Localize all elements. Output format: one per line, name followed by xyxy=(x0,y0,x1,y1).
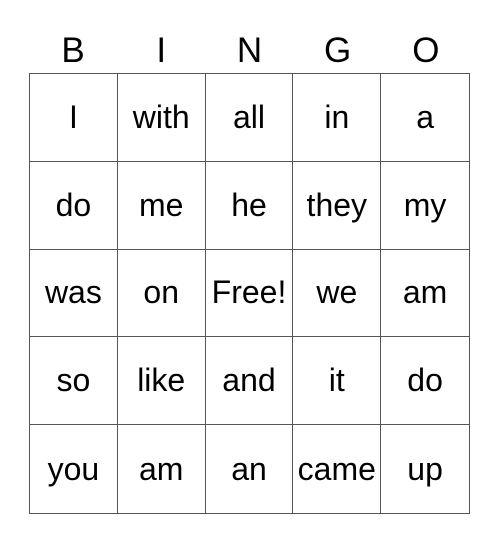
bingo-card-grid: Iwith all in a do me he they my was on Free! we am so l… xyxy=(29,73,470,514)
bingo-cell[interactable]: in xyxy=(293,74,382,162)
bingo-cell[interactable]: so xyxy=(30,337,118,426)
bingo-cell[interactable]: with xyxy=(117,74,206,162)
bingo-cell[interactable]: up xyxy=(381,425,469,513)
bingo-cell[interactable]: do xyxy=(30,161,118,250)
bingo-cell[interactable]: like xyxy=(117,337,206,426)
bingo-cell[interactable]: an xyxy=(206,425,294,513)
header-letter-o: O xyxy=(412,31,440,70)
bingo-cell[interactable]: and xyxy=(205,337,294,426)
bingo-cell[interactable]: was xyxy=(30,249,118,338)
bingo-cell[interactable]: am xyxy=(118,425,206,513)
bingo-cell[interactable]: my xyxy=(381,162,469,250)
bingo-cell[interactable]: came xyxy=(293,425,382,513)
bingo-cell[interactable]: you xyxy=(30,425,118,513)
header-letter-i: I xyxy=(156,31,167,70)
header-letter-g: G xyxy=(324,31,352,70)
bingo-cell[interactable]: a xyxy=(381,74,469,162)
header-letter-n: N xyxy=(236,31,263,70)
bingo-cell[interactable]: am xyxy=(381,250,469,338)
bingo-cell[interactable]: he xyxy=(205,161,294,250)
bingo-header: B I N G O xyxy=(29,28,470,73)
header-letter-b: B xyxy=(61,31,85,70)
bingo-cell[interactable]: all xyxy=(205,74,294,162)
free-space-cell[interactable]: Free! xyxy=(205,249,294,338)
bingo-cell[interactable]: me xyxy=(117,161,206,250)
bingo-cell[interactable]: do xyxy=(381,337,469,426)
bingo-cell[interactable]: they xyxy=(293,161,382,250)
bingo-cell[interactable]: we xyxy=(293,249,382,338)
bingo-cell[interactable]: I xyxy=(30,74,118,162)
bingo-cell[interactable]: on xyxy=(117,249,206,338)
bingo-cell[interactable]: it xyxy=(293,337,382,426)
